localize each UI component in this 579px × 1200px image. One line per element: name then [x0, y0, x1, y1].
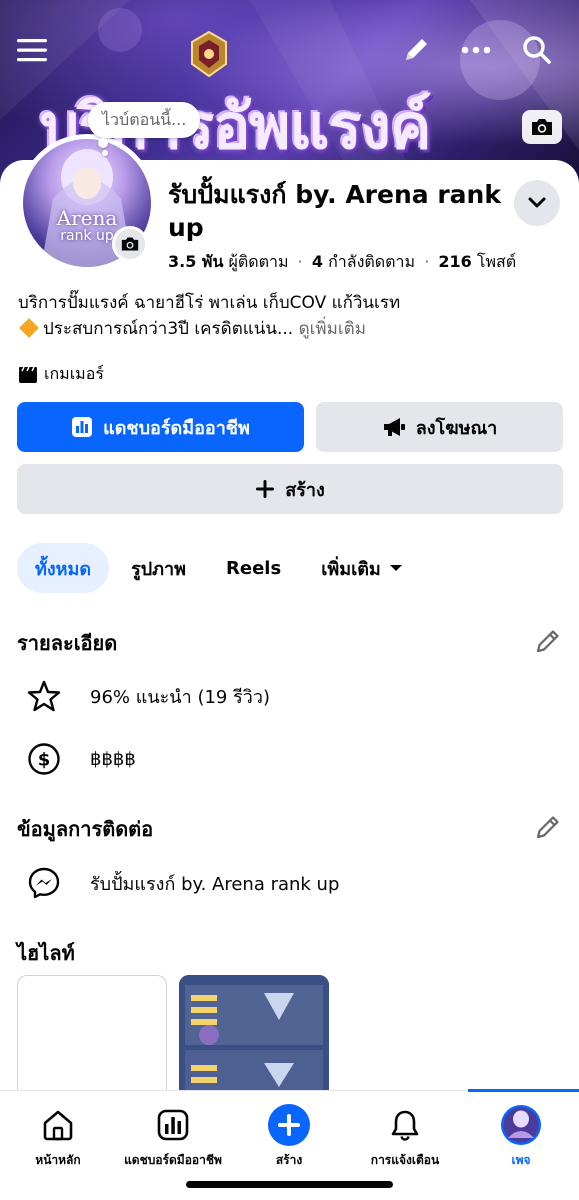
- page-title: รับปั้มแรงก์ by. Arena rank up: [168, 180, 501, 242]
- separator-dot: ·: [297, 252, 303, 271]
- nav-page[interactable]: เพจ: [463, 1103, 579, 1170]
- megaphone-icon: [383, 418, 405, 436]
- edit-details-pencil-icon[interactable]: [534, 627, 562, 655]
- messenger-icon: [28, 867, 60, 899]
- nav-dashboard[interactable]: แดชบอร์ดมืออาชีพ: [115, 1103, 231, 1170]
- nav-create[interactable]: สร้าง: [231, 1103, 347, 1170]
- dashboard-icon: [157, 1109, 189, 1141]
- page-stats: 3.5 พัน ผู้ติดตาม · 4 กำลังติดตาม · 216 …: [168, 250, 516, 275]
- following-label[interactable]: กำลังติดตาม: [328, 252, 415, 271]
- posts-label: โพสต์: [476, 252, 517, 271]
- highlights-heading: ไฮไลท์: [17, 941, 75, 965]
- nav-notifications[interactable]: การแจ้งเตือน: [347, 1103, 463, 1170]
- price-row: $ ฿฿฿฿: [26, 741, 136, 777]
- details-heading: รายละเอียด: [17, 631, 118, 655]
- highlight-thumbnail: [179, 975, 329, 1100]
- messenger-name: รับปั้มแรงก์ by. Arena rank up: [90, 873, 340, 895]
- advertise-button[interactable]: ลงโฆษณา: [316, 402, 563, 452]
- page-category: เกมเมอร์: [18, 362, 104, 387]
- plus-icon: [268, 1104, 310, 1146]
- rating-text: 96% แนะนำ (19 รีวิว): [90, 686, 270, 708]
- highlight-card-empty[interactable]: [17, 975, 167, 1100]
- bell-icon: [391, 1110, 419, 1141]
- tab-photos[interactable]: รูปภาพ: [113, 543, 204, 593]
- clapperboard-icon: [19, 366, 37, 383]
- followers-count: 3.5 พัน: [168, 252, 224, 271]
- tab-all[interactable]: ทั้งหมด: [17, 543, 110, 593]
- cover-camera-icon[interactable]: [522, 110, 562, 144]
- plus-icon: [256, 480, 275, 498]
- category-label: เกมเมอร์: [44, 364, 104, 383]
- bio-line-2: ประสบการณ์กว่า3ปี เครดิตแน่น... ดูเพิ่มเ…: [18, 316, 563, 342]
- home-icon: [43, 1110, 73, 1141]
- bio-line-1: บริการปั๊มแรงค์ ฉายาฮีโร่ พาเล่น เก็บCOV…: [18, 293, 401, 313]
- more-icon[interactable]: [456, 30, 496, 70]
- pencil-icon[interactable]: [396, 30, 436, 70]
- caret-down-icon: [389, 565, 402, 571]
- menu-icon[interactable]: [12, 30, 52, 70]
- price-range-text: ฿฿฿฿: [90, 748, 136, 770]
- chevron-down-icon: [528, 197, 546, 208]
- highlight-card-image[interactable]: [179, 975, 329, 1100]
- tab-more[interactable]: เพิ่มเติม: [303, 543, 421, 593]
- rating-row[interactable]: 96% แนะนำ (19 รีวิว): [26, 678, 270, 714]
- followers-label[interactable]: ผู้ติดตาม: [229, 252, 289, 271]
- messenger-row[interactable]: รับปั้มแรงก์ by. Arena rank up: [26, 865, 339, 901]
- page-bio: บริการปั๊มแรงค์ ฉายาฮีโร่ พาเล่น เก็บCOV…: [18, 290, 563, 342]
- orange-diamond-icon: [19, 318, 39, 338]
- tab-reels[interactable]: Reels: [208, 543, 299, 593]
- page-avatar-icon: [501, 1105, 541, 1145]
- bubble-dot: [102, 150, 108, 156]
- separator-dot: ·: [424, 252, 430, 271]
- nav-home[interactable]: หน้าหลัก: [0, 1103, 116, 1170]
- svg-text:$: $: [38, 750, 51, 771]
- bubble-dot: [98, 138, 108, 148]
- see-more-link[interactable]: ดูเพิ่มเติม: [299, 319, 366, 339]
- professional-dashboard-button[interactable]: แดชบอร์ดมืออาชีพ: [17, 402, 304, 452]
- avatar-camera-icon[interactable]: [112, 226, 148, 262]
- vibe-bubble[interactable]: ไวบ์ตอนนี้...: [88, 102, 201, 138]
- contact-heading: ข้อมูลการติดต่อ: [17, 817, 154, 841]
- edit-contact-pencil-icon[interactable]: [534, 813, 562, 841]
- dollar-circle-icon: $: [28, 743, 60, 775]
- profile-options-button[interactable]: [514, 180, 560, 226]
- star-icon: [27, 680, 61, 712]
- posts-count: 216: [438, 252, 472, 271]
- rank-emblem-icon: [191, 30, 227, 78]
- create-button[interactable]: สร้าง: [17, 464, 563, 514]
- home-indicator: [186, 1181, 393, 1188]
- active-tab-indicator: [468, 1089, 579, 1092]
- dashboard-icon: [72, 417, 93, 437]
- profile-tabs: ทั้งหมด รูปภาพ Reels เพิ่มเติม: [17, 543, 425, 593]
- following-count: 4: [311, 252, 323, 271]
- search-icon[interactable]: [517, 30, 557, 70]
